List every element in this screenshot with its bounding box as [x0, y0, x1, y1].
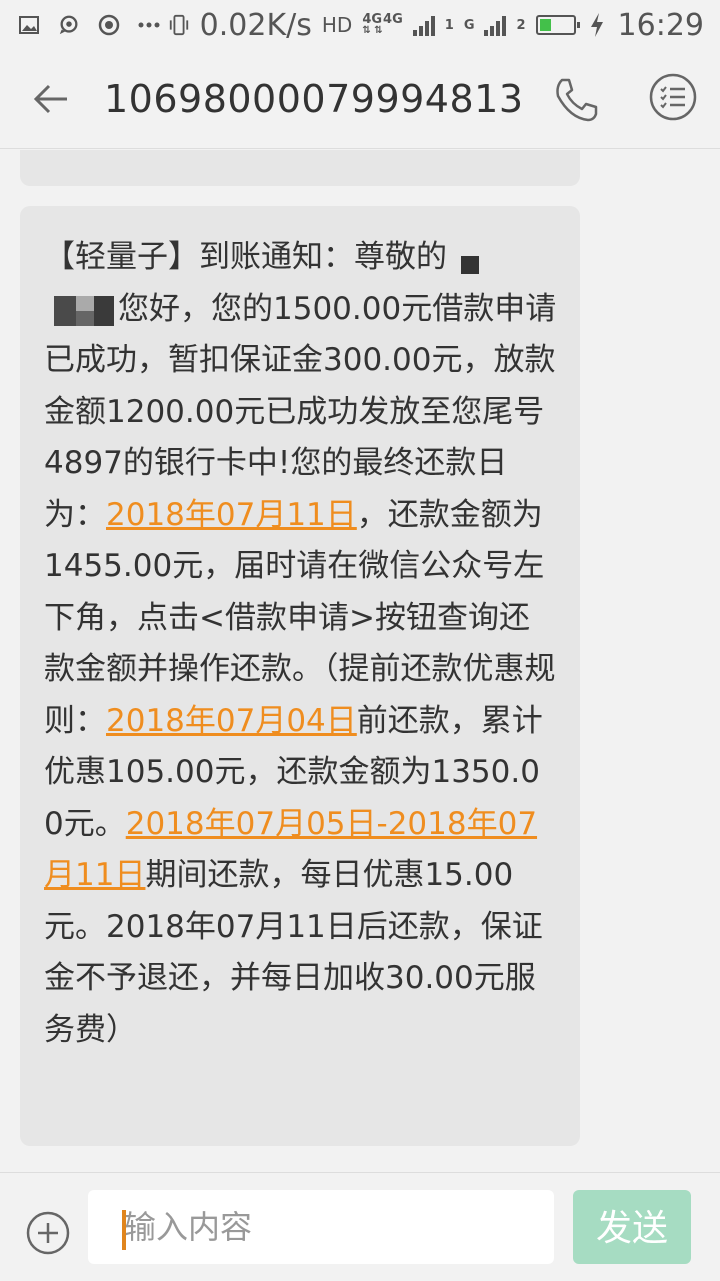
- charging-icon: [586, 13, 608, 37]
- phone-icon: [556, 78, 598, 122]
- call-button[interactable]: [550, 74, 602, 126]
- hd-label: HD: [321, 13, 353, 37]
- message-bubble: 【轻量子】到账通知：尊敬的 您好，您的1500.00元借款申请已成功，暂扣保证金3…: [20, 206, 580, 1146]
- network-speed: 0.02K/s: [199, 7, 312, 43]
- sim2-label: 2: [516, 17, 526, 33]
- vibrate-icon: [168, 14, 190, 36]
- text-cursor: [122, 1210, 126, 1250]
- redacted-name: [449, 244, 479, 274]
- date-link[interactable]: 2018年07月11日: [106, 497, 357, 533]
- back-arrow-icon: [33, 84, 67, 114]
- message-input[interactable]: 输入内容: [88, 1190, 554, 1264]
- message-input-placeholder: 输入内容: [124, 1208, 253, 1246]
- send-button[interactable]: 发送: [573, 1190, 691, 1264]
- previous-message-bubble: [20, 150, 580, 186]
- add-attachment-button[interactable]: [26, 1211, 70, 1255]
- network-type-1: 4G: [362, 12, 383, 27]
- chat-notification-icon: [58, 14, 80, 36]
- sender-number: 106980000799948131...: [104, 77, 524, 121]
- image-notification-icon: [18, 14, 40, 36]
- message-text: 【轻量子】到账通知：尊敬的: [44, 239, 447, 275]
- sim1-label: 1: [444, 17, 454, 33]
- battery-icon: [535, 15, 580, 35]
- clock: 16:29: [617, 7, 704, 43]
- date-link[interactable]: 2018年07月04日: [106, 703, 357, 739]
- more-notifications-icon: [138, 14, 160, 36]
- conversation-header: 106980000799948131...: [0, 50, 720, 149]
- options-button[interactable]: [646, 70, 700, 124]
- status-bar: 0.02K/s HD 4G 4G ⇅ ⇅ 1 G 2 16:29: [0, 0, 720, 50]
- plus-circle-icon: [26, 1211, 70, 1255]
- list-options-icon: [649, 73, 697, 121]
- g-label: G: [463, 17, 475, 33]
- network-type-2: 4G: [383, 12, 403, 27]
- back-button[interactable]: [16, 64, 86, 134]
- composer-bar: 输入内容 发送: [0, 1172, 720, 1281]
- record-notification-icon: [98, 14, 120, 36]
- signal-sim1-icon: [412, 14, 435, 36]
- redacted-name: [46, 292, 116, 328]
- signal-sim2-icon: [484, 14, 507, 36]
